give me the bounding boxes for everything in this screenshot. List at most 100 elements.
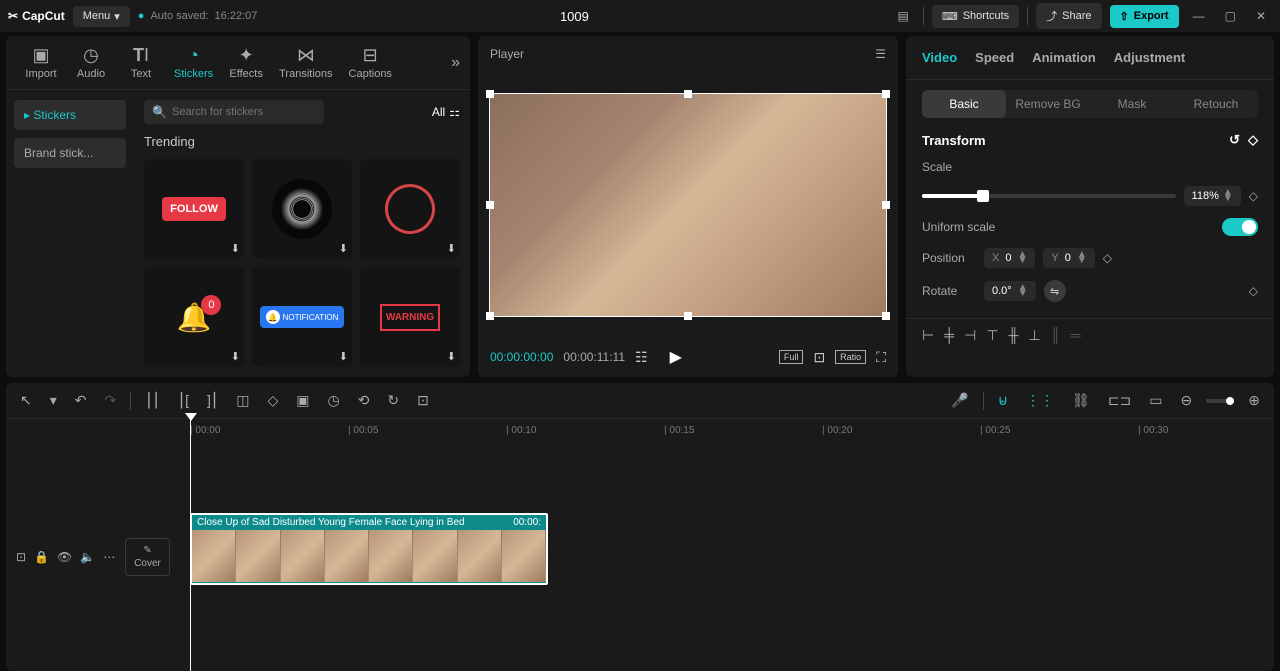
magnet-icon[interactable]: ⊌ <box>994 389 1012 412</box>
uniform-scale-toggle[interactable] <box>1222 218 1258 236</box>
mirror-button[interactable]: ⇋ <box>1044 280 1066 302</box>
track-icon[interactable]: ▭ <box>1145 389 1166 412</box>
ratio-button[interactable]: Ratio <box>835 350 866 364</box>
sticker-circle-red[interactable]: ⬇ <box>360 159 460 259</box>
sticker-follow[interactable]: FOLLOW⬇ <box>144 159 244 259</box>
seg-mask[interactable]: Mask <box>1090 90 1174 118</box>
sidebar-item-stickers[interactable]: Stickers <box>14 100 126 130</box>
keyframe-icon[interactable]: ◇ <box>1103 251 1112 265</box>
download-icon[interactable]: ⬇ <box>339 242 348 255</box>
keyframe-icon[interactable]: ◇ <box>1249 284 1258 298</box>
zoom-out-icon[interactable]: ⊖ <box>1177 389 1197 412</box>
pos-y-input[interactable]: Y0▲▼ <box>1043 248 1094 268</box>
scale-value-box[interactable]: 118% ▲▼ <box>1184 186 1241 206</box>
sticker-bell-notification[interactable]: 🔔0⬇ <box>144 267 244 367</box>
tab-adjustment[interactable]: Adjustment <box>1114 50 1186 65</box>
seg-retouch[interactable]: Retouch <box>1174 90 1258 118</box>
menu-button[interactable]: Menu ▾ <box>73 6 130 27</box>
reverse-icon[interactable]: ⟲ <box>354 389 374 412</box>
playhead[interactable] <box>190 419 191 671</box>
split-right-icon[interactable]: ]⎮ <box>203 389 222 412</box>
resize-handle[interactable] <box>684 90 692 98</box>
play-button[interactable]: ▶ <box>670 347 682 367</box>
crop-icon[interactable]: ◫ <box>232 389 253 412</box>
chevron-down-icon[interactable]: ▾ <box>46 389 61 412</box>
align-center-h-icon[interactable]: ╪ <box>944 327 954 344</box>
tab-video[interactable]: Video <box>922 50 957 65</box>
full-button[interactable]: Full <box>779 350 804 364</box>
minimize-icon[interactable]: — <box>1187 5 1211 27</box>
video-clip[interactable]: Close Up of Sad Disturbed Young Female F… <box>190 513 548 585</box>
preview-icon[interactable]: ⊏⊐ <box>1104 389 1135 412</box>
maximize-icon[interactable]: ▢ <box>1219 5 1242 27</box>
undo-icon[interactable]: ↶ <box>71 389 91 412</box>
reset-icon[interactable]: ↺ <box>1229 132 1240 148</box>
scale-slider[interactable] <box>922 194 1176 198</box>
stepper-icon[interactable]: ▲▼ <box>1017 252 1027 264</box>
resize-handle[interactable] <box>684 312 692 320</box>
download-icon[interactable]: ⬇ <box>339 350 348 363</box>
sticker-notification-blue[interactable]: 🔔NOTIFICATION⬇ <box>252 267 352 367</box>
align-left-icon[interactable]: ⊢ <box>922 327 934 344</box>
pos-x-input[interactable]: X0▲▼ <box>984 248 1035 268</box>
layout-icon[interactable]: ▤ <box>891 5 914 27</box>
tab-effects[interactable]: ✦Effects <box>221 41 271 84</box>
stepper-icon[interactable]: ▲▼ <box>1077 252 1087 264</box>
seg-basic[interactable]: Basic <box>922 90 1006 118</box>
sticker-burst[interactable]: ⬇ <box>252 159 352 259</box>
shortcuts-button[interactable]: ⌨ Shortcuts <box>932 5 1019 28</box>
resize-handle[interactable] <box>882 201 890 209</box>
link-icon[interactable]: ⛓ <box>1068 389 1094 412</box>
zoom-in-icon[interactable]: ⊕ <box>1244 389 1264 412</box>
player-canvas[interactable] <box>489 93 887 317</box>
export-button[interactable]: ⇧ Export <box>1110 5 1179 28</box>
frame-crop-icon[interactable]: ⊡ <box>413 389 433 412</box>
track-options-icon[interactable]: ⊡ <box>16 550 26 564</box>
resize-handle[interactable] <box>486 90 494 98</box>
tab-speed[interactable]: Speed <box>975 50 1014 65</box>
mic-icon[interactable]: 🎤 <box>947 389 972 412</box>
align-center-v-icon[interactable]: ╫ <box>1009 327 1019 344</box>
search-input[interactable] <box>144 100 324 124</box>
split-left-icon[interactable]: ⎮[ <box>174 389 193 412</box>
split-icon[interactable]: ⎮⎮ <box>141 389 164 412</box>
tab-stickers[interactable]: ◔Stickers <box>166 41 221 84</box>
download-icon[interactable]: ⬇ <box>447 350 456 363</box>
sticker-warning[interactable]: WARNING⬇ <box>360 267 460 367</box>
loop-icon[interactable]: ↻ <box>383 389 403 412</box>
fullscreen-icon[interactable]: ⛶ <box>876 349 886 366</box>
sidebar-item-brand-stickers[interactable]: Brand stick... <box>14 138 126 168</box>
align-bottom-icon[interactable]: ⊥ <box>1028 327 1040 344</box>
zoom-slider[interactable] <box>1206 399 1234 403</box>
marker-icon[interactable]: ◇ <box>263 389 282 412</box>
duplicate-icon[interactable]: ▣ <box>292 389 313 412</box>
player-menu-icon[interactable]: ☰ <box>875 47 886 61</box>
more-icon[interactable]: ⋯ <box>103 550 115 564</box>
speed-icon[interactable]: ◷ <box>323 389 343 412</box>
align-top-icon[interactable]: ⊤ <box>986 327 998 344</box>
stepper-icon[interactable]: ▲▼ <box>1018 285 1028 297</box>
keyframe-icon[interactable]: ◇ <box>1249 189 1258 203</box>
tab-captions[interactable]: ⊟Captions <box>341 41 400 84</box>
resize-handle[interactable] <box>486 201 494 209</box>
rotate-input[interactable]: 0.0°▲▼ <box>984 281 1036 301</box>
tab-audio[interactable]: ◷Audio <box>66 41 116 84</box>
resize-handle[interactable] <box>882 312 890 320</box>
visibility-icon[interactable]: 👁 <box>57 550 72 564</box>
resize-handle[interactable] <box>486 312 494 320</box>
timeline-tracks[interactable]: Close Up of Sad Disturbed Young Female F… <box>186 443 1274 671</box>
stepper-icon[interactable]: ▲▼ <box>1223 190 1233 202</box>
keyframe-nav-icon[interactable]: ◇ <box>1248 132 1258 148</box>
seg-removebg[interactable]: Remove BG <box>1006 90 1090 118</box>
close-icon[interactable]: ✕ <box>1250 5 1272 27</box>
tab-transitions[interactable]: ⋈Transitions <box>271 41 340 84</box>
download-icon[interactable]: ⬇ <box>231 350 240 363</box>
share-button[interactable]: ⤴ Share <box>1036 3 1101 29</box>
auto-snap-icon[interactable]: ⋮⋮ <box>1022 389 1058 412</box>
pointer-tool-icon[interactable]: ↖ <box>16 389 36 412</box>
tab-text[interactable]: TIText <box>116 41 166 84</box>
download-icon[interactable]: ⬇ <box>231 242 240 255</box>
tab-import[interactable]: ▣Import <box>16 41 66 84</box>
tab-animation[interactable]: Animation <box>1032 50 1096 65</box>
download-icon[interactable]: ⬇ <box>447 242 456 255</box>
